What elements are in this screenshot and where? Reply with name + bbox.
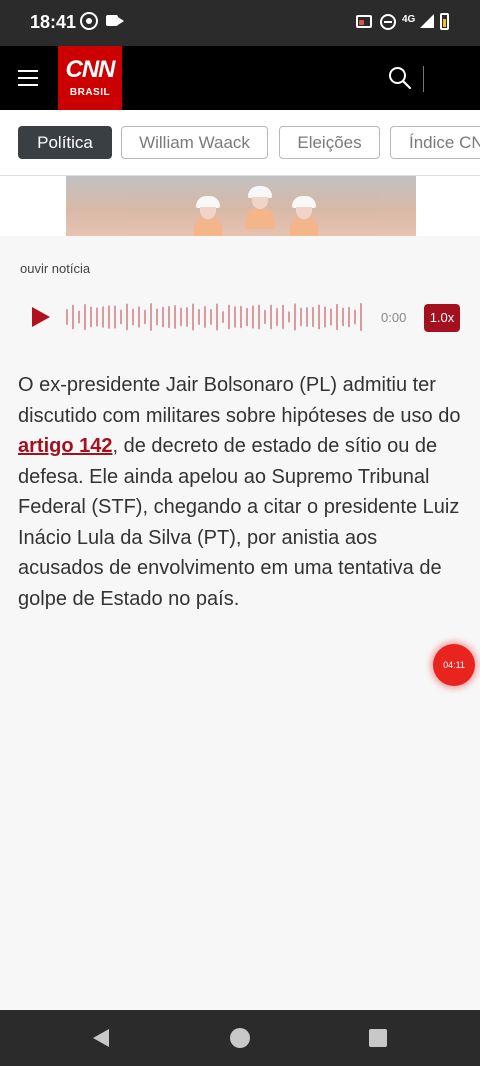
waveform-bar (102, 306, 104, 328)
article-link-artigo-142[interactable]: artigo 142 (18, 435, 112, 457)
article-paragraph: O ex-presidente Jair Bolsonaro (PL) admi… (18, 370, 464, 614)
waveform-bar (174, 305, 176, 329)
cnn-brasil-logo[interactable]: CNN BRASIL (58, 46, 122, 110)
menu-icon[interactable] (18, 70, 38, 86)
recents-icon[interactable] (369, 1029, 387, 1047)
waveform-bar (162, 306, 164, 328)
waveform-bar (282, 304, 284, 330)
waveform-bar (354, 309, 356, 325)
waveform-bar (156, 308, 158, 326)
waveform-bar (168, 305, 170, 329)
system-navigation-bar (0, 1010, 480, 1066)
waveform-bar (138, 306, 140, 328)
signal-icon (420, 14, 434, 28)
playback-speed-button[interactable]: 1.0x (424, 304, 460, 332)
waveform-bar (252, 305, 254, 329)
floating-timer-button[interactable]: 04:11 (433, 644, 475, 686)
site-header: CNN BRASIL (0, 46, 480, 110)
article-text-before: O ex-presidente Jair Bolsonaro (PL) admi… (18, 374, 461, 427)
logo-sub-text: BRASIL (69, 87, 111, 98)
status-bar: 18:41 4G (0, 0, 480, 46)
waveform-bar (288, 311, 290, 323)
listen-news-label: ouvir notícia (20, 261, 91, 276)
waveform-bar (348, 306, 350, 328)
waveform-bar (246, 307, 248, 327)
waveform-bar (144, 309, 146, 325)
waveform-bar (336, 303, 338, 331)
waveform-bar (108, 305, 110, 329)
article-text-after: , de decreto de estado de sítio ou de de… (18, 435, 460, 610)
battery-icon (440, 13, 449, 30)
waveform-bar (222, 311, 224, 323)
network-type: 4G (402, 14, 416, 25)
waveform-bar (330, 308, 332, 326)
tab-politica[interactable]: Política (18, 126, 112, 159)
waveform-bar (150, 303, 152, 331)
waveform-bar (66, 309, 68, 325)
waveform-bar (306, 307, 308, 327)
do-not-disturb-icon (380, 14, 396, 30)
waveform-bar (318, 304, 320, 330)
waveform-bar (186, 307, 188, 327)
waveform-bar (72, 304, 74, 330)
waveform-bar (294, 303, 296, 331)
back-icon[interactable] (93, 1029, 109, 1047)
waveform-bar (228, 304, 230, 330)
waveform-bar (180, 307, 182, 327)
waveform-bar (210, 309, 212, 325)
tab-william-waack[interactable]: William Waack (121, 126, 268, 159)
waveform-bar (324, 306, 326, 328)
play-icon[interactable] (32, 307, 50, 327)
waveform-bar (234, 306, 236, 328)
waveform-bar (264, 309, 266, 325)
logo-main-text: CNN (65, 56, 116, 83)
waveform-bar (78, 310, 80, 324)
tab-eleicoes[interactable]: Eleições (279, 126, 380, 159)
waveform-bar (120, 309, 122, 325)
waveform-bar (198, 308, 200, 326)
hero-image-container (0, 176, 480, 236)
waveform-bar (84, 303, 86, 331)
waveform-bar (342, 307, 344, 327)
waveform-bar (258, 304, 260, 330)
waveform-bar (96, 307, 98, 327)
audio-time: 0:00 (381, 310, 407, 325)
category-tabs: Política William Waack Eleições Índice C… (0, 110, 480, 176)
waveform-bar (270, 304, 272, 330)
header-divider (423, 66, 424, 92)
waveform-bar (276, 307, 278, 327)
whatsapp-icon (80, 12, 98, 30)
waveform-bar (114, 305, 116, 329)
waveform-bar (204, 305, 206, 329)
home-icon[interactable] (230, 1028, 250, 1048)
waveform-bar (216, 303, 218, 331)
cast-icon (356, 15, 372, 28)
hero-image (66, 176, 416, 236)
waveform-bar (312, 306, 314, 328)
audio-waveform[interactable] (66, 301, 368, 333)
waveform-bar (132, 308, 134, 326)
video-camera-icon (106, 15, 124, 26)
waveform-bar (192, 303, 194, 331)
waveform-bar (126, 303, 128, 331)
status-time: 18:41 (30, 12, 77, 32)
search-icon[interactable] (388, 66, 412, 90)
waveform-bar (90, 306, 92, 328)
tab-indice-cnn[interactable]: Índice CNN (390, 126, 480, 159)
waveform-bar (360, 303, 362, 331)
waveform-bar (240, 305, 242, 329)
waveform-bar (300, 307, 302, 327)
